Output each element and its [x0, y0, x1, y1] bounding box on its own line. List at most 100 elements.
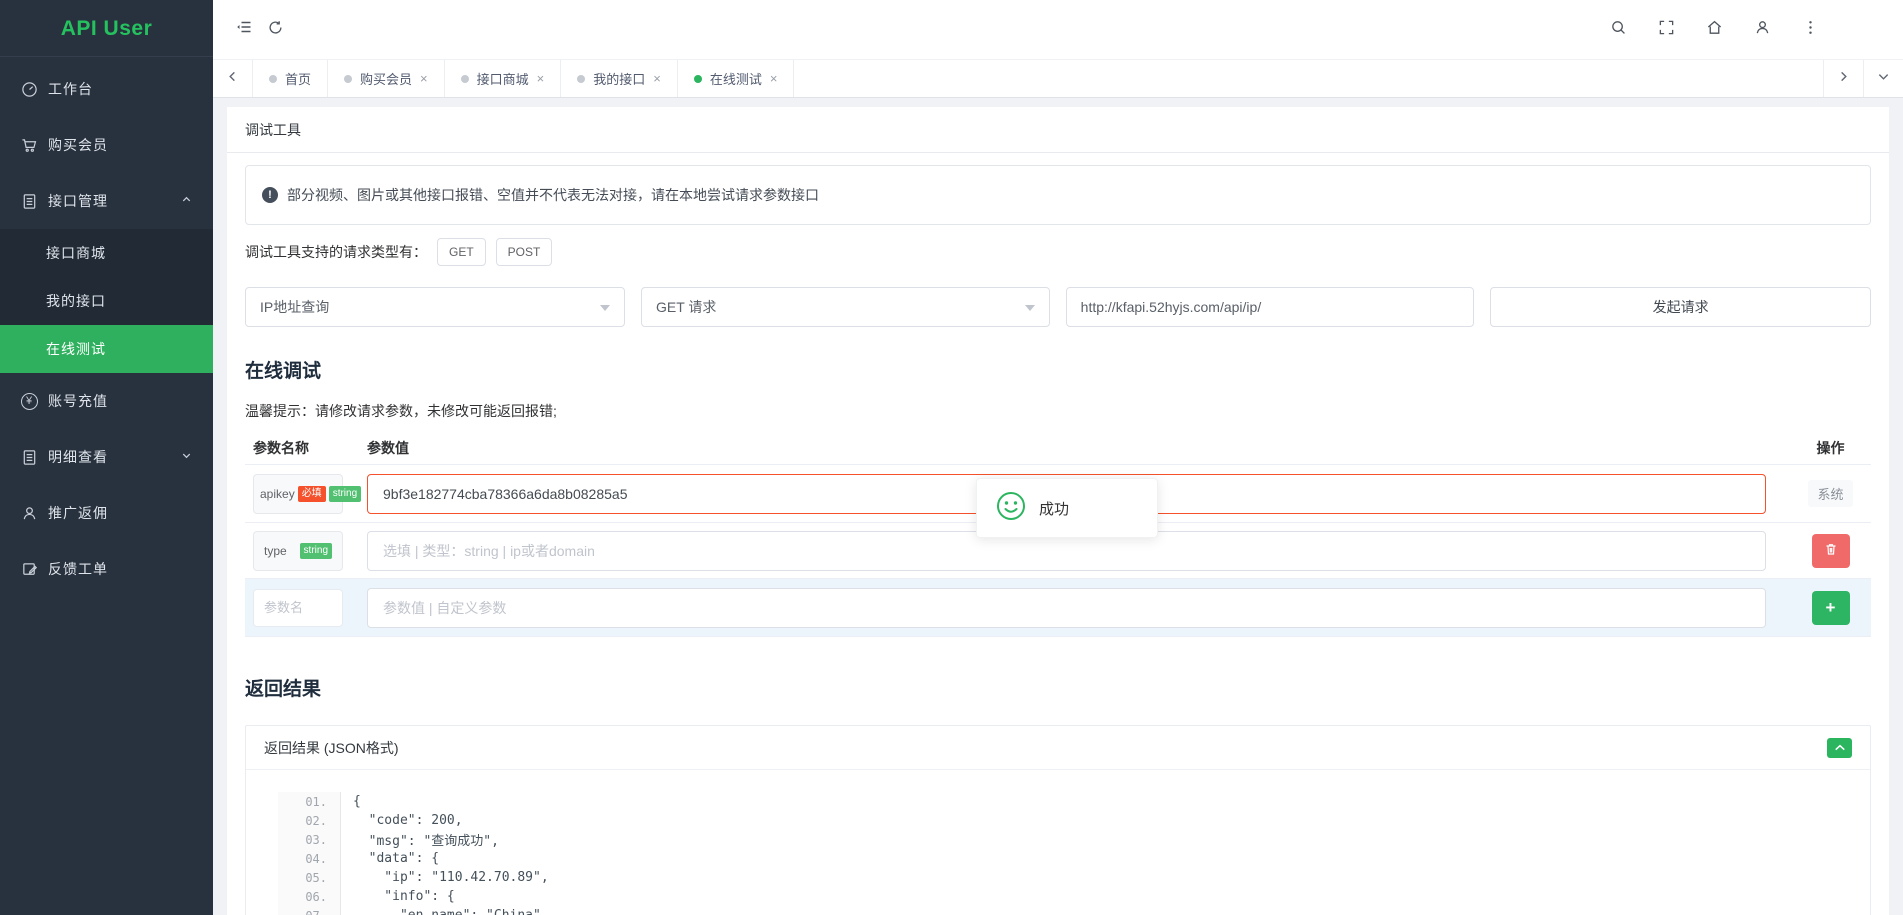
user-button[interactable]: [1747, 15, 1777, 45]
sidebar-item-label: 明细查看: [48, 447, 108, 467]
info-alert: ! 部分视频、图片或其他接口报错、空值并不代表无法对接，请在本地尝试请求参数接口: [245, 165, 1871, 225]
code-line: 03. "msg": "查询成功",: [278, 830, 1870, 849]
close-icon[interactable]: ×: [770, 72, 778, 85]
request-url-input[interactable]: [1066, 287, 1475, 327]
home-button[interactable]: [1699, 15, 1729, 45]
chevron-left-icon: [226, 70, 239, 88]
json-result-viewer: 01.{ 02. "code": 200, 03. "msg": "查询成功",…: [246, 770, 1870, 915]
param-name: type: [264, 544, 287, 558]
user-icon: [21, 505, 38, 522]
menu-fold-icon: [236, 18, 254, 41]
method-select[interactable]: GET 请求: [641, 287, 1050, 327]
delete-param-button[interactable]: [1812, 534, 1850, 568]
feedback-icon: [21, 561, 38, 578]
request-type-row: 调试工具支持的请求类型有： GET POST: [245, 237, 1871, 267]
tab-online-test[interactable]: 在线测试 ×: [678, 60, 795, 97]
alert-text: 部分视频、图片或其他接口报错、空值并不代表无法对接，请在本地尝试请求参数接口: [287, 185, 819, 205]
tab-home[interactable]: 首页: [253, 60, 328, 97]
param-name-box: apikey 必填 string: [253, 474, 343, 514]
sidebar-item-my-apis[interactable]: 我的接口: [0, 277, 213, 325]
col-param-value: 参数值: [367, 438, 1766, 458]
code-line: 07. "en_name": "China": [278, 906, 1870, 915]
cart-icon: [21, 137, 38, 154]
chevron-right-icon: [1837, 70, 1850, 88]
tabs-dropdown-button[interactable]: [1863, 60, 1903, 97]
sidebar-item-buy-membership[interactable]: 购买会员: [0, 117, 213, 173]
tab-dot: [694, 75, 702, 83]
method-select-value: GET 请求: [656, 297, 716, 317]
method-post-box[interactable]: POST: [496, 238, 553, 266]
method-get-box[interactable]: GET: [437, 238, 486, 266]
menu-fold-button[interactable]: [230, 15, 260, 45]
sidebar-menu: 工作台 购买会员 接口管理 接口商城 我的接口 在线测试 ¥ 账号充值: [0, 57, 213, 597]
sidebar-item-account-recharge[interactable]: ¥ 账号充值: [0, 373, 213, 429]
trash-icon: [1824, 542, 1838, 559]
search-button[interactable]: [1603, 15, 1633, 45]
topbar: [213, 0, 1903, 59]
sidebar-item-online-test[interactable]: 在线测试: [0, 325, 213, 373]
tab-label: 在线测试: [710, 69, 762, 88]
send-request-button[interactable]: 发起请求: [1490, 287, 1871, 327]
fullscreen-button[interactable]: [1651, 15, 1681, 45]
system-tag: 系统: [1808, 480, 1852, 507]
refresh-button[interactable]: [260, 15, 290, 45]
request-type-label: 调试工具支持的请求类型有：: [245, 242, 427, 262]
topbar-actions: [1603, 15, 1883, 45]
close-icon[interactable]: ×: [653, 72, 661, 85]
api-select-value: IP地址查询: [260, 297, 329, 317]
chevron-up-icon: [1834, 740, 1846, 755]
tabs-scroll-left-button[interactable]: [213, 60, 253, 97]
sidebar-item-api-market[interactable]: 接口商城: [0, 229, 213, 277]
code-line: 06. "info": {: [278, 887, 1870, 906]
yen-icon: ¥: [21, 393, 38, 410]
custom-param-value-input[interactable]: [367, 588, 1766, 628]
search-icon: [1610, 19, 1627, 41]
code-line: 01.{: [278, 792, 1870, 811]
tab-dot: [344, 75, 352, 83]
sidebar-item-workbench[interactable]: 工作台: [0, 61, 213, 117]
param-table-header: 参数名称 参数值 操作: [245, 431, 1871, 465]
home-icon: [1706, 19, 1723, 41]
line-number: 04.: [278, 849, 341, 868]
tabbar: 首页 购买会员 × 接口商城 × 我的接口 × 在线测试 ×: [213, 59, 1903, 98]
line-number: 07.: [278, 906, 341, 915]
code-line: 05. "ip": "110.42.70.89",: [278, 868, 1870, 887]
custom-param-name-input[interactable]: [253, 589, 343, 627]
param-name: apikey: [260, 487, 295, 501]
tab-dot: [461, 75, 469, 83]
close-icon[interactable]: ×: [420, 72, 428, 85]
tab-my-apis[interactable]: 我的接口 ×: [561, 60, 678, 97]
sidebar-item-detail-view[interactable]: 明细查看: [0, 429, 213, 485]
online-debug-title: 在线调试: [245, 359, 1871, 385]
sidebar-item-api-management[interactable]: 接口管理: [0, 173, 213, 229]
refresh-icon: [267, 19, 284, 41]
result-title: 返回结果: [245, 677, 1871, 703]
tab-api-market[interactable]: 接口商城 ×: [445, 60, 562, 97]
code-line: 04. "data": {: [278, 849, 1870, 868]
exclamation-icon: !: [262, 187, 278, 203]
caret-down-icon: [1025, 305, 1035, 316]
sidebar-item-label: 推广返佣: [48, 503, 108, 523]
toast-message: 成功: [1039, 498, 1069, 519]
sidebar-item-feedback-ticket[interactable]: 反馈工单: [0, 541, 213, 597]
more-menu-button[interactable]: [1795, 15, 1825, 45]
tab-label: 接口商城: [477, 69, 529, 88]
close-icon[interactable]: ×: [537, 72, 545, 85]
add-param-button[interactable]: +: [1812, 591, 1850, 625]
required-badge: 必填: [298, 486, 326, 502]
sidebar-item-promotion-rebate[interactable]: 推广返佣: [0, 485, 213, 541]
dashboard-icon: [21, 81, 38, 98]
param-name-box: type string: [253, 531, 343, 571]
smiley-success-icon: [996, 491, 1026, 526]
card-title: 调试工具: [227, 107, 1889, 153]
tab-buy-membership[interactable]: 购买会员 ×: [328, 60, 445, 97]
sidebar-submenu-api: 接口商城 我的接口 在线测试: [0, 229, 213, 373]
sidebar-item-label: 工作台: [48, 79, 93, 99]
tabs-scroll-right-button[interactable]: [1823, 60, 1863, 97]
sidebar: API User 工作台 购买会员 接口管理 接口商城 我的接口 在线测试: [0, 0, 213, 915]
result-card-header: 返回结果 (JSON格式): [246, 726, 1870, 770]
col-param-name: 参数名称: [253, 438, 343, 458]
api-select[interactable]: IP地址查询: [245, 287, 625, 327]
collapse-result-button[interactable]: [1827, 738, 1852, 758]
success-toast: 成功: [976, 478, 1158, 538]
